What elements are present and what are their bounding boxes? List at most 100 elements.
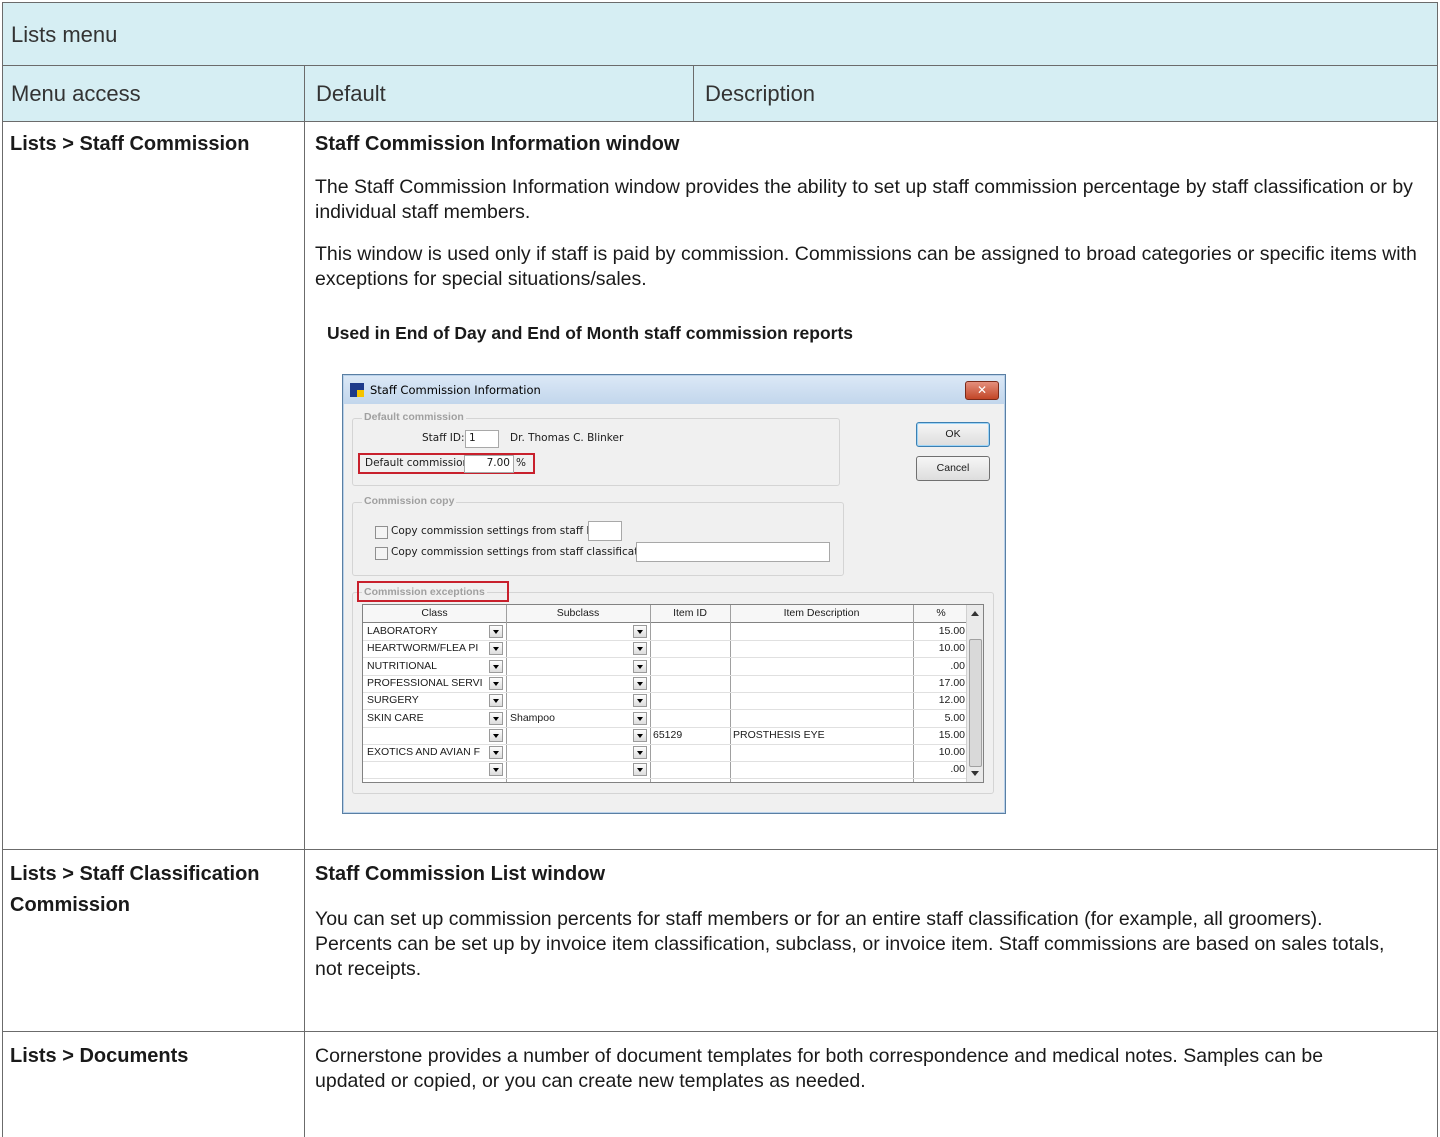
percent-cell[interactable]: 5.00	[915, 712, 965, 724]
staff-id-label: Staff ID:	[422, 432, 465, 444]
dropdown-arrow-icon[interactable]	[489, 694, 503, 708]
row-paragraph: Cornerstone provides a number of documen…	[315, 1045, 1324, 1092]
percent-cell[interactable]: 10.00	[915, 746, 965, 758]
staff-name: Dr. Thomas C. Blinker	[510, 432, 624, 444]
table-row[interactable]: NUTRITIONAL .00	[363, 658, 969, 676]
percent-unit: %	[516, 457, 526, 469]
dropdown-arrow-icon[interactable]	[489, 625, 503, 638]
table-left-border	[2, 122, 3, 1137]
dropdown-arrow-icon[interactable]	[489, 763, 503, 777]
dropdown-arrow-icon[interactable]	[633, 728, 647, 742]
table-row[interactable]: HEARTWORM/FLEA PI 10.00	[363, 640, 969, 659]
class-cell[interactable]: SURGERY	[367, 694, 487, 706]
col-divider	[693, 65, 694, 122]
table-title: Lists menu	[11, 22, 118, 47]
default-commission-field[interactable]: 7.00	[464, 455, 514, 473]
class-cell[interactable]: SKIN CARE	[367, 712, 487, 724]
dropdown-arrow-icon[interactable]	[633, 711, 647, 725]
dropdown-arrow-icon[interactable]	[633, 694, 647, 708]
dropdown-arrow-icon[interactable]	[489, 728, 503, 742]
percent-cell[interactable]: .00	[915, 763, 965, 775]
dropdown-arrow-icon[interactable]	[489, 642, 503, 656]
grid-header-class: Class	[421, 607, 448, 619]
staff-id-field[interactable]: 1	[465, 430, 499, 448]
default-commission-group	[352, 418, 840, 486]
commission-copy-group-label: Commission copy	[362, 495, 457, 507]
item-description-cell[interactable]: PROSTHESIS EYE	[733, 729, 911, 741]
copy-classification-field[interactable]	[636, 542, 830, 562]
scroll-up-icon[interactable]	[971, 611, 979, 616]
table-row[interactable]: 65129 PROSTHESIS EYE 15.00	[363, 727, 969, 745]
percent-cell[interactable]: 12.00	[915, 694, 965, 706]
percent-cell[interactable]: 17.00	[915, 677, 965, 689]
dropdown-arrow-icon[interactable]	[489, 676, 503, 690]
copy-from-classification-checkbox[interactable]	[375, 547, 388, 560]
percent-cell[interactable]: 15.00	[915, 729, 965, 741]
scroll-thumb[interactable]	[969, 639, 982, 767]
default-commission-group-label: Default commission	[362, 411, 466, 423]
table-row[interactable]: SKIN CARE Shampoo 5.00	[363, 710, 969, 728]
subclass-cell[interactable]: Shampoo	[510, 712, 632, 724]
percent-cell[interactable]: 10.00	[915, 642, 965, 654]
percent-cell[interactable]: 15.00	[915, 625, 965, 637]
row-heading-staff-commission: Staff Commission Information window	[315, 133, 680, 155]
dropdown-arrow-icon[interactable]	[489, 746, 503, 760]
cancel-button[interactable]: Cancel	[916, 456, 990, 481]
menu-access-documents: Lists > Documents	[10, 1045, 189, 1067]
grid-header: Class Subclass Item ID Item Description …	[363, 605, 969, 623]
table-row[interactable]: PROFESSIONAL SERVI 17.00	[363, 675, 969, 693]
copy-staff-id-field[interactable]	[588, 521, 622, 541]
ok-button[interactable]: OK	[916, 422, 990, 447]
grid-header-item-id: Item ID	[673, 607, 707, 619]
dropdown-arrow-icon[interactable]	[633, 746, 647, 760]
grid-header-percent: %	[936, 607, 946, 619]
col-divider	[304, 65, 305, 122]
menu-access-staff-commission: Lists > Staff Commission	[10, 133, 250, 155]
percent-cell[interactable]: .00	[915, 660, 965, 672]
row-paragraph: This window is used only if staff is pai…	[315, 243, 1417, 290]
table-row[interactable]: EXOTICS AND AVIAN F 10.00	[363, 744, 969, 763]
row-heading-staff-commission-list: Staff Commission List window	[315, 863, 606, 885]
table-row[interactable]: LABORATORY 15.00	[363, 623, 969, 641]
dialog-title: Staff Commission Information	[370, 383, 541, 397]
class-cell[interactable]: NUTRITIONAL	[367, 660, 487, 672]
class-cell[interactable]: PROFESSIONAL SERVI	[367, 677, 487, 689]
commission-exceptions-grid: Class Subclass Item ID Item Description …	[362, 604, 984, 783]
dropdown-arrow-icon[interactable]	[633, 642, 647, 656]
dialog-titlebar: Staff Commission Information ✕	[344, 376, 1004, 404]
row-paragraph: You can set up commission percents for s…	[315, 908, 1385, 980]
dropdown-arrow-icon[interactable]	[489, 711, 503, 725]
row-note: Used in End of Day and End of Month staf…	[327, 323, 854, 343]
column-header-band: Menu access Default Description	[2, 65, 1438, 122]
default-commission-label: Default commission:	[365, 457, 473, 469]
table-row[interactable]: SURGERY 12.00	[363, 692, 969, 711]
row-divider	[2, 1031, 1438, 1032]
row-divider	[2, 849, 1438, 850]
close-icon[interactable]: ✕	[965, 381, 999, 400]
class-cell[interactable]: EXOTICS AND AVIAN F	[367, 746, 487, 758]
dropdown-arrow-icon[interactable]	[633, 676, 647, 690]
class-cell[interactable]: HEARTWORM/FLEA PI	[367, 642, 487, 654]
menu-access-staff-classification-commission: Lists > Staff Classification Commission	[10, 863, 260, 916]
scroll-down-icon[interactable]	[971, 771, 979, 776]
dropdown-arrow-icon[interactable]	[633, 625, 647, 638]
dropdown-arrow-icon[interactable]	[633, 659, 647, 673]
table-title-band: Lists menu	[2, 2, 1438, 66]
grid-scrollbar[interactable]	[966, 605, 983, 782]
col-divider	[304, 122, 305, 1137]
dropdown-arrow-icon[interactable]	[633, 763, 647, 777]
app-icon	[350, 383, 364, 397]
class-cell[interactable]: LABORATORY	[367, 625, 487, 637]
table-row[interactable]: .00	[363, 761, 969, 780]
dropdown-arrow-icon[interactable]	[489, 659, 503, 673]
copy-from-classification-label: Copy commission settings from staff clas…	[391, 546, 658, 558]
column-header-default: Default	[316, 81, 386, 106]
column-header-menu-access: Menu access	[11, 81, 141, 106]
item-id-cell[interactable]: 65129	[653, 729, 727, 741]
copy-from-staff-id-label: Copy commission settings from staff ID:	[391, 525, 602, 537]
copy-from-staff-id-checkbox[interactable]	[375, 526, 388, 539]
grid-header-subclass: Subclass	[556, 607, 600, 619]
highlight-commission-exceptions	[357, 581, 509, 602]
grid-header-item-description: Item Description	[783, 607, 860, 619]
column-header-description: Description	[705, 81, 816, 106]
